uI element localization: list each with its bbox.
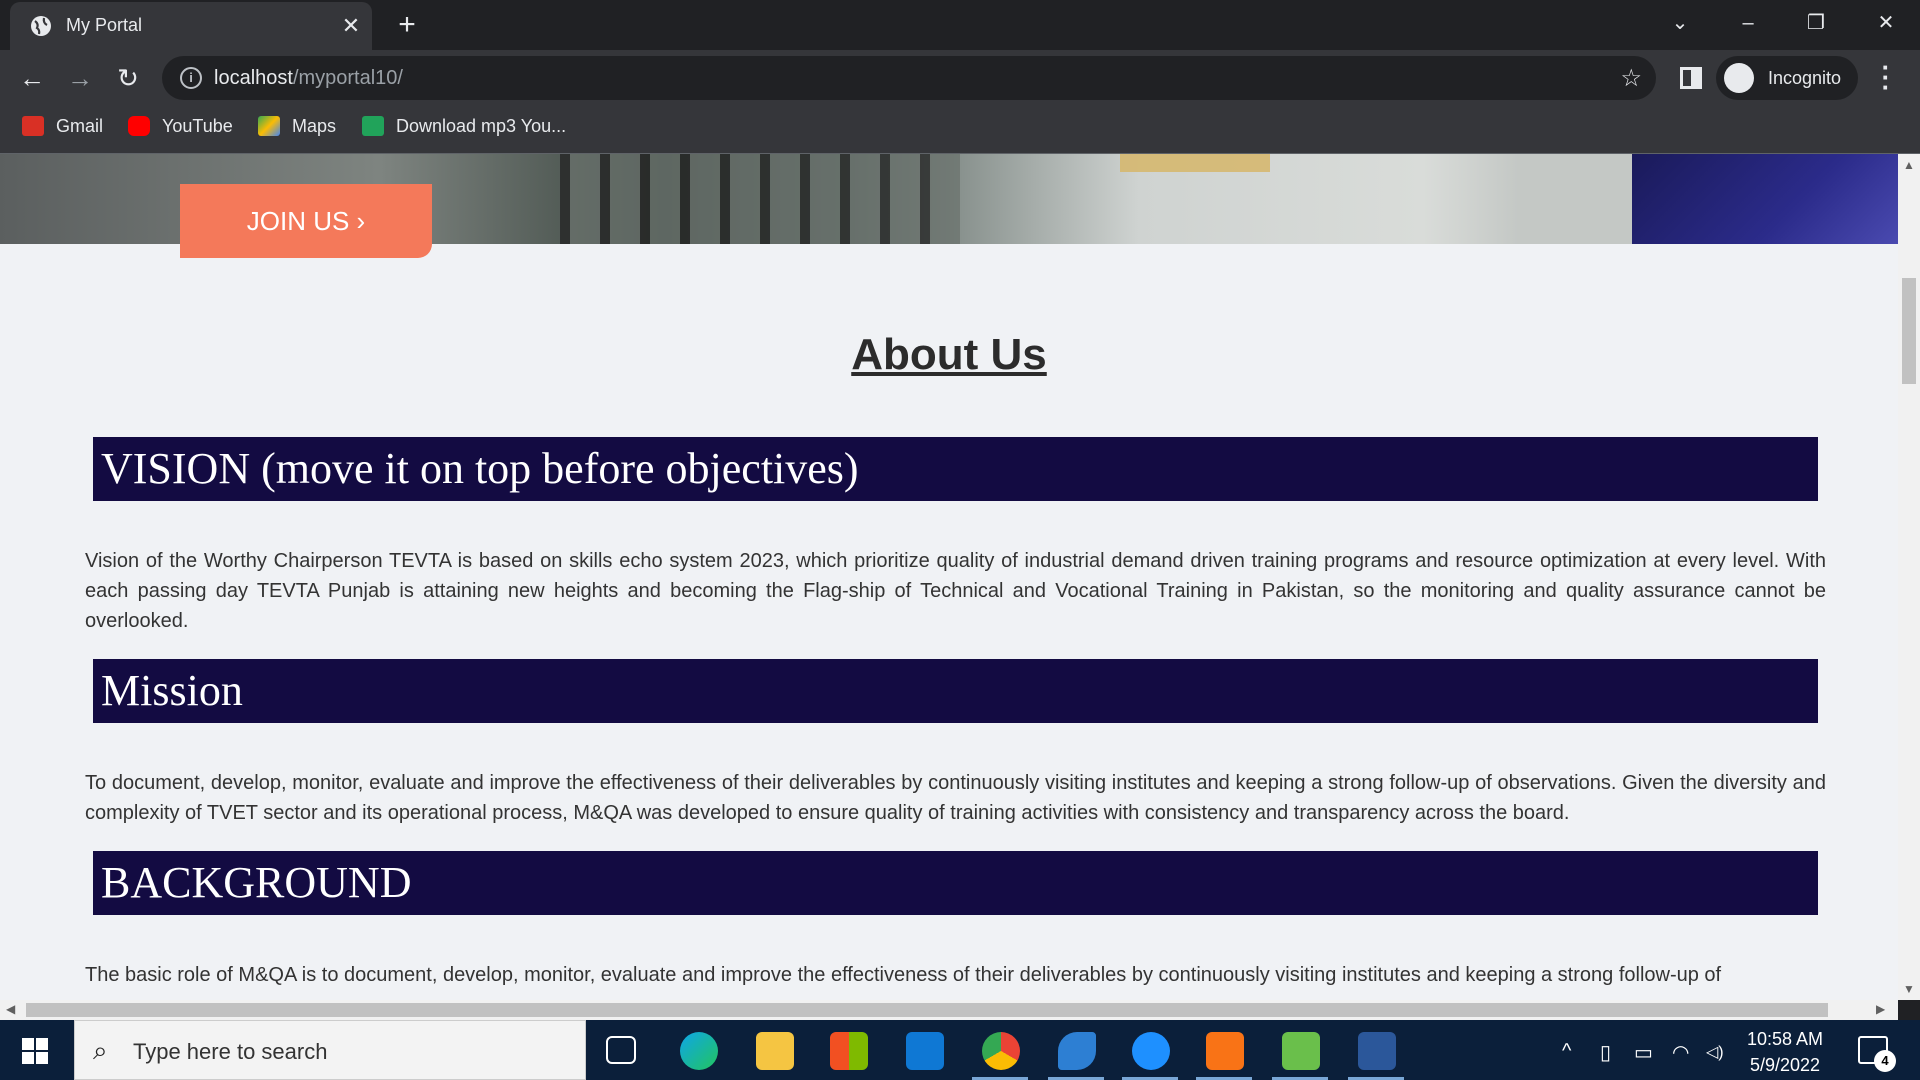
mail-icon[interactable] [906, 1032, 944, 1070]
taskbar: ⌕ Type here to search ^ ▯ ▭ ◠ ◁) 10:58 A… [0, 1020, 1920, 1080]
device-icon[interactable]: ▯ [1600, 1040, 1611, 1065]
vertical-scroll-thumb[interactable] [1902, 278, 1916, 384]
maps-icon [258, 116, 280, 136]
notification-center-icon[interactable]: 4 [1858, 1036, 1896, 1072]
forward-icon[interactable]: → [64, 62, 96, 94]
app-dolphin-icon[interactable] [1058, 1032, 1096, 1070]
bookmark-gmail[interactable]: Gmail [22, 114, 103, 138]
incognito-label: Incognito [1768, 68, 1842, 88]
horizontal-scroll-thumb[interactable] [26, 1003, 1828, 1017]
address-bar[interactable]: i localhost/myportal10/ ☆ [162, 56, 1656, 100]
app-elephant-icon[interactable] [1132, 1032, 1170, 1070]
about-heading: About Us [851, 330, 1047, 379]
new-tab-button[interactable]: + [392, 10, 422, 40]
background-heading: BACKGROUND [93, 851, 1818, 915]
clock-date: 5/9/2022 [1749, 1055, 1821, 1075]
hero-rails [560, 154, 960, 244]
clock-time: 10:58 AM [1746, 1029, 1824, 1049]
store-icon[interactable] [830, 1032, 868, 1070]
hero-blue-panel [1632, 154, 1898, 244]
windows-start-icon[interactable] [22, 1038, 48, 1064]
search-placeholder: Type here to search [133, 1039, 328, 1064]
notepad-app-icon[interactable] [1282, 1032, 1320, 1070]
file-explorer-icon[interactable] [756, 1032, 794, 1070]
page-viewport: JOIN US › About Us VISION (move it on to… [0, 154, 1898, 1000]
vision-heading: VISION (move it on top before objectives… [93, 437, 1818, 501]
hero-crate [1120, 154, 1270, 172]
vision-text: Vision of the Worthy Chairperson TEVTA i… [85, 550, 1826, 632]
side-panel-icon[interactable] [1680, 67, 1702, 89]
battery-icon[interactable]: ▭ [1634, 1040, 1653, 1065]
edge-icon[interactable] [680, 1032, 718, 1070]
close-window-button[interactable]: ✕ [1866, 8, 1906, 38]
incognito-icon [1724, 63, 1754, 93]
bookmark-star-icon[interactable]: ☆ [1620, 64, 1642, 93]
globe-icon [31, 16, 51, 36]
join-us-button[interactable]: JOIN US › [180, 184, 432, 258]
notification-badge: 4 [1874, 1050, 1896, 1072]
back-icon[interactable]: ← [16, 62, 48, 94]
wifi-icon[interactable]: ◠ [1672, 1040, 1689, 1065]
sublime-text-icon[interactable] [1206, 1032, 1244, 1070]
bookmark-maps[interactable]: Maps [258, 114, 336, 138]
reload-icon[interactable]: ↻ [112, 62, 144, 94]
bookmark-download-mp3[interactable]: Download mp3 You... [362, 114, 566, 138]
youtube-icon [128, 116, 150, 136]
system-clock[interactable]: 10:58 AM 5/9/2022 [1720, 1026, 1850, 1078]
tab-title: My Portal [66, 15, 143, 35]
tab-my-portal[interactable]: My Portal ✕ [10, 2, 372, 50]
scroll-up-icon[interactable]: ▲ [1903, 158, 1915, 172]
horizontal-scrollbar[interactable]: ◀ ▶ [0, 1000, 1898, 1020]
chrome-menu-icon[interactable]: · · · [1876, 54, 1896, 100]
tab-search-icon[interactable]: ⌄ [1660, 8, 1700, 38]
bookmark-youtube[interactable]: YouTube [128, 114, 233, 138]
download-icon [362, 116, 384, 136]
url-text: localhost/myportal10/ [214, 67, 403, 89]
background-text: The basic role of M&QA is to document, d… [85, 964, 1722, 986]
tab-close-icon[interactable]: ✕ [340, 15, 362, 37]
word-icon[interactable] [1358, 1032, 1396, 1070]
mission-text: To document, develop, monitor, evaluate … [85, 772, 1826, 824]
search-icon: ⌕ [93, 1035, 108, 1065]
restore-button[interactable]: ❐ [1796, 8, 1836, 38]
minimize-button[interactable]: – [1728, 8, 1768, 38]
chrome-icon[interactable] [982, 1032, 1020, 1070]
scroll-right-icon[interactable]: ▶ [1876, 1002, 1885, 1016]
incognito-indicator[interactable]: Incognito [1716, 56, 1858, 100]
tray-chevron-icon[interactable]: ^ [1562, 1040, 1571, 1063]
mission-heading: Mission [93, 659, 1818, 723]
vertical-scrollbar[interactable]: ▲ ▼ [1898, 154, 1920, 1000]
task-view-icon[interactable] [606, 1036, 636, 1064]
gmail-icon [22, 116, 44, 136]
scroll-down-icon[interactable]: ▼ [1903, 982, 1915, 996]
scroll-left-icon[interactable]: ◀ [6, 1002, 15, 1016]
taskbar-search[interactable]: ⌕ Type here to search [74, 1020, 586, 1080]
site-info-icon[interactable]: i [180, 67, 202, 89]
